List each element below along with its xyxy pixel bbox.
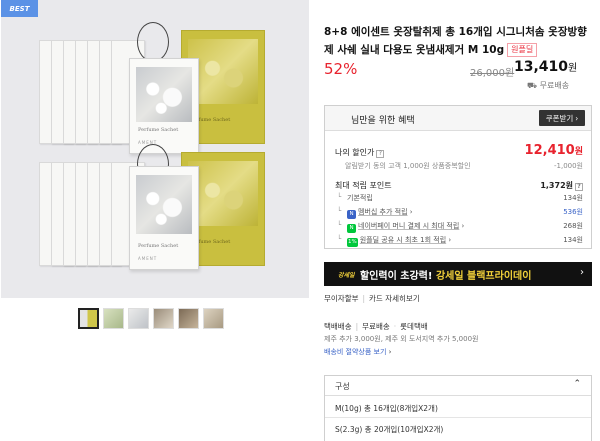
help-icon[interactable]: ?: [376, 150, 385, 158]
my-price-discount: -1,000원: [553, 162, 583, 170]
card-benefit-link[interactable]: 카드 자세히보기: [369, 294, 420, 303]
product-main-image[interactable]: BEST Perfume Sachet Perfume Sachet AMENT: [1, 0, 309, 298]
sachet-group-bottom: Perfume Sachet Perfume Sachet AMENT: [1, 144, 309, 280]
points-total: 1,372원?: [540, 180, 583, 191]
interest-free-label: 무이자할부: [324, 294, 359, 303]
chevron-right-icon: ›: [575, 113, 579, 123]
points-label: 최대 적립 포인트: [335, 181, 392, 190]
payment-info: 무이자할부 | 카드 자세히보기: [324, 294, 420, 303]
thumbnail-6[interactable]: [203, 308, 224, 329]
original-price: 26,000원: [470, 68, 515, 79]
points-row-value: 134원: [563, 236, 583, 244]
thumbnail-1[interactable]: [78, 308, 99, 329]
option-header[interactable]: 구성 ⌃: [325, 376, 591, 396]
product-title: 8+8 에이센트 옷장탈취제 총 16개입 시그니처솜 옷장방향제 사쉐 실내 …: [324, 26, 587, 57]
branch-icon: └: [337, 193, 342, 201]
chevron-right-icon: ›: [446, 236, 452, 244]
benefit-box: 님만을 위한 혜택 쿠폰받기 › 나의 할인가? 알림받기 동의 고객 1,000…: [324, 105, 592, 249]
promo-tag: 강세일: [338, 272, 355, 279]
branch-icon: └: [337, 207, 342, 215]
points-row-value: 536원: [563, 208, 583, 216]
delivery-info: 택배배송 | 무료배송 · 롯데택배: [324, 322, 428, 331]
promo-text: 할인력이 초강력! 강세일 블랙프라이데이: [360, 271, 532, 282]
thumbnail-5[interactable]: [178, 308, 199, 329]
points-badge-icon: N: [347, 224, 356, 233]
coupon-button[interactable]: 쿠폰받기 ›: [539, 110, 585, 126]
delivery-fee: 무료배송: [362, 322, 390, 331]
option-item[interactable]: M(10g) 총 16개입(8개입X2개): [335, 403, 438, 414]
points-row-value: 268원: [563, 222, 583, 230]
delivery-type: 택배배송: [324, 322, 352, 331]
points-row[interactable]: └ N 네이버페이 머니 결제 시 최대 적립 › 268원: [337, 221, 583, 233]
deal-tag[interactable]: 원플딜: [507, 43, 538, 57]
shipping-info: ⛟ 무료배송: [527, 81, 570, 90]
sale-price: 13,410원: [514, 59, 578, 75]
sachet-caption: Perfume Sachet: [138, 127, 179, 133]
my-price-label: 나의 할인가?: [335, 147, 385, 158]
points-row-value: 134원: [563, 194, 583, 202]
option-select[interactable]: 구성 ⌃ M(10g) 총 16개입(8개입X2개) S(2.3g) 총 20개…: [324, 375, 592, 441]
my-price: 12,410원: [524, 143, 583, 158]
points-badge-icon: 1%: [347, 238, 358, 247]
help-icon[interactable]: ?: [575, 183, 583, 191]
points-row[interactable]: └ N 멤버십 추가 적립 › 536원: [337, 207, 583, 219]
shipping-save-link[interactable]: 배송비 절약상품 보기 ›: [324, 347, 391, 357]
thumbnail-3[interactable]: [128, 308, 149, 329]
best-badge: BEST: [1, 0, 38, 17]
branch-icon: └: [337, 221, 342, 229]
my-price-note: 알림받기 동의 고객 1,000원 상품중복할인: [345, 162, 471, 170]
chevron-right-icon: ›: [407, 208, 413, 216]
points-row[interactable]: └ 1% 원플딜 공유 시 최초 1회 적립 › 134원: [337, 235, 583, 247]
option-item[interactable]: S(2.3g) 총 20개입(10개입X2개): [335, 424, 443, 435]
benefit-title: 님만을 위한 혜택: [351, 116, 415, 126]
chevron-up-icon: ⌃: [573, 379, 581, 389]
thumbnail-2[interactable]: [103, 308, 124, 329]
chevron-right-icon: ›: [580, 267, 584, 278]
branch-icon: └: [337, 235, 342, 243]
thumbnail-4[interactable]: [153, 308, 174, 329]
delivery-extra-fee: 제주 추가 3,000원, 제주 외 도서지역 추가 5,000원: [324, 335, 479, 343]
delivery-carrier: 롯데택배: [400, 322, 428, 331]
points-row: └ 기본적립 134원: [337, 193, 583, 205]
points-row-label: 원플딜 공유 시 최초 1회 적립: [359, 236, 447, 244]
chevron-right-icon: ›: [388, 348, 392, 356]
promo-banner[interactable]: 강세일 할인력이 초강력! 강세일 블랙프라이데이 ›: [324, 262, 592, 286]
points-row-label: 멤버십 추가 적립: [358, 208, 408, 216]
discount-rate: 52%: [324, 60, 358, 78]
points-row-label: 네이버페이 머니 결제 시 최대 적립: [358, 222, 460, 230]
points-row-label: 기본적립: [347, 194, 373, 202]
chevron-right-icon: ›: [459, 222, 465, 230]
points-badge-icon: N: [347, 210, 356, 219]
sachet-caption: Perfume Sachet: [138, 243, 179, 249]
sachet-brand: AMENT: [138, 256, 158, 261]
sachet-group-top: Perfume Sachet Perfume Sachet AMENT: [1, 22, 309, 158]
thumbnail-strip: [78, 308, 224, 332]
truck-icon: ⛟: [527, 81, 538, 90]
option-label: 구성: [335, 382, 350, 391]
